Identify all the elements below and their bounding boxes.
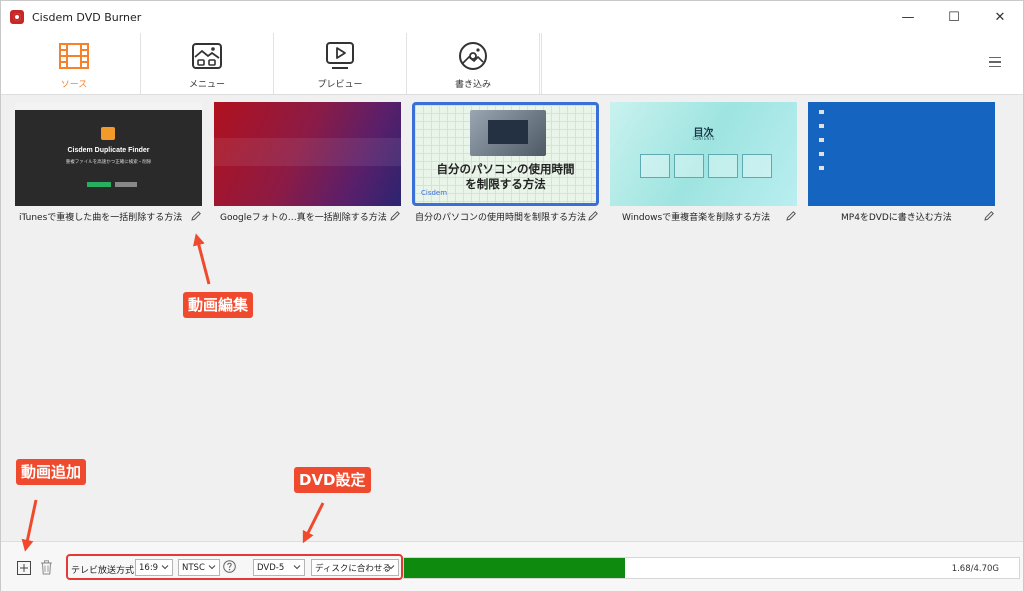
- chevron-down-icon: [208, 565, 216, 570]
- video-caption: MP4をDVDに書き込む方法: [808, 206, 995, 226]
- tab-menu[interactable]: メニュー: [141, 33, 274, 94]
- video-thumbnail[interactable]: 自分のパソコンの使用時間 を制限する方法 Cisdem: [412, 102, 599, 206]
- thumbnail-brand: Cisdem: [421, 189, 448, 197]
- video-thumbnail[interactable]: Cisdem Duplicate Finder 重複ファイルを高速かつ正確に検索…: [15, 102, 202, 206]
- pencil-edit-icon[interactable]: [785, 210, 797, 222]
- help-icon[interactable]: [223, 560, 236, 573]
- thumbnail-subheading: 重複ファイルを高速かつ正確に検索・削除: [65, 159, 152, 164]
- thumbnail-heading: Cisdem Duplicate Finder: [67, 147, 150, 154]
- pencil-edit-icon[interactable]: [587, 210, 599, 222]
- video-title: 自分のパソコンの使用時間を制限する方法: [415, 212, 587, 223]
- thumbnail-band: [214, 138, 401, 166]
- window-controls: — ☐ ✕: [885, 1, 1023, 33]
- maximize-button[interactable]: ☐: [931, 1, 977, 33]
- thumbnail-title-line1: 自分のパソコンの使用時間: [436, 162, 575, 176]
- aspect-ratio-value: 16:9: [139, 562, 159, 573]
- contents-box: [640, 154, 670, 178]
- video-card[interactable]: 目次 CONTENTS Windowsで重複音楽を削除する方法: [610, 102, 797, 226]
- tab-source-label: ソース: [60, 80, 88, 90]
- thumbnail-secondary-button: [115, 182, 137, 187]
- disc-type-select[interactable]: DVD-5: [253, 559, 305, 576]
- tab-preview-label: プレビュー: [317, 80, 363, 90]
- chevron-down-icon: [161, 565, 169, 570]
- contents-box: [742, 154, 772, 178]
- video-card[interactable]: Cisdem Duplicate Finder 重複ファイルを高速かつ正確に検索…: [15, 102, 202, 226]
- desktop-icon: [819, 124, 824, 128]
- add-video-callout: 動画追加: [16, 459, 87, 485]
- tab-menu-label: メニュー: [188, 80, 225, 90]
- desktop-icon: [819, 138, 824, 142]
- disc-capacity-fill: [404, 558, 626, 578]
- source-video-area: Cisdem Duplicate Finder 重複ファイルを高速かつ正確に検索…: [1, 95, 1023, 541]
- desktop-icon: [819, 166, 824, 170]
- thumbnail-download-button: [87, 182, 111, 187]
- close-button[interactable]: ✕: [977, 1, 1023, 33]
- pencil-edit-icon[interactable]: [983, 210, 995, 222]
- video-title: Windowsで重複音楽を削除する方法: [622, 212, 771, 223]
- menu-layout-icon: [192, 43, 222, 69]
- contents-box: [708, 154, 738, 178]
- laptop-image: [470, 110, 546, 156]
- main-tab-bar: ソース メニュー プレビュー 書き込み: [1, 33, 1023, 95]
- thumbnail-subtitle: CONTENTS: [692, 136, 715, 141]
- app-logo-icon: [101, 127, 115, 140]
- tab-source[interactable]: ソース: [8, 33, 141, 94]
- tab-preview[interactable]: プレビュー: [274, 33, 407, 94]
- play-preview-icon: [326, 42, 354, 69]
- chevron-down-icon: [387, 565, 395, 570]
- hamburger-menu-icon[interactable]: [989, 57, 1001, 69]
- disc-capacity-text: 1.68/4.70G: [951, 564, 999, 574]
- video-card[interactable]: MP4をDVDに書き込む方法: [808, 102, 995, 226]
- pencil-edit-icon[interactable]: [389, 210, 401, 222]
- video-title: MP4をDVDに書き込む方法: [841, 212, 952, 223]
- video-thumbnail[interactable]: [808, 102, 995, 206]
- film-icon: [59, 43, 89, 69]
- tv-standard-label: テレビ放送方式: [71, 566, 135, 576]
- video-caption: Googleフォトの…真を一括削除する方法: [214, 206, 401, 226]
- contents-box: [674, 154, 704, 178]
- fit-mode-value: ディスクに合わせる: [315, 563, 391, 574]
- tv-system-select[interactable]: NTSC: [178, 559, 220, 576]
- fit-mode-select[interactable]: ディスクに合わせる: [311, 559, 399, 576]
- app-window: Cisdem DVD Burner — ☐ ✕ ソース メニュー プレビュー 書…: [0, 0, 1024, 591]
- dvd-settings-callout: DVD設定: [294, 467, 371, 493]
- video-card[interactable]: 自分のパソコンの使用時間 を制限する方法 Cisdem 自分のパソコンの使用時間…: [412, 102, 599, 226]
- chevron-down-icon: [293, 565, 301, 570]
- window-title: Cisdem DVD Burner: [32, 10, 142, 24]
- disc-type-value: DVD-5: [257, 562, 285, 573]
- tab-burn-label: 書き込み: [454, 80, 491, 90]
- minimize-button[interactable]: —: [885, 1, 931, 33]
- edit-video-callout: 動画編集: [183, 292, 254, 318]
- app-logo-icon: [10, 10, 24, 24]
- tab-burn[interactable]: 書き込み: [407, 33, 540, 94]
- pencil-edit-icon[interactable]: [190, 210, 202, 222]
- browser-bar: [15, 102, 202, 110]
- aspect-ratio-select[interactable]: 16:9: [135, 559, 173, 576]
- video-caption: 自分のパソコンの使用時間を制限する方法: [412, 206, 599, 226]
- add-video-icon[interactable]: [17, 561, 31, 575]
- tab-divider: [541, 33, 542, 94]
- video-caption: iTunesで重複した曲を一括削除する方法: [15, 206, 202, 226]
- desktop-icon: [819, 110, 824, 114]
- video-card[interactable]: Googleフォトの…真を一括削除する方法: [214, 102, 401, 226]
- video-title: iTunesで重複した曲を一括削除する方法: [19, 212, 183, 223]
- trash-icon[interactable]: [40, 560, 53, 575]
- tv-system-value: NTSC: [182, 562, 205, 573]
- video-thumbnail[interactable]: [214, 102, 401, 206]
- video-caption: Windowsで重複音楽を削除する方法: [610, 206, 797, 226]
- disc-burn-icon: [459, 42, 487, 70]
- title-bar: Cisdem DVD Burner — ☐ ✕: [1, 1, 1023, 33]
- desktop-icon: [819, 152, 824, 156]
- video-thumbnail[interactable]: 目次 CONTENTS: [610, 102, 797, 206]
- bottom-toolbar: テレビ放送方式 16:9 NTSC DVD-5 ディスクに合わせる 1.68/4…: [1, 541, 1023, 591]
- video-title: Googleフォトの…真を一括削除する方法: [220, 212, 387, 223]
- disc-capacity-bar: [403, 557, 1020, 579]
